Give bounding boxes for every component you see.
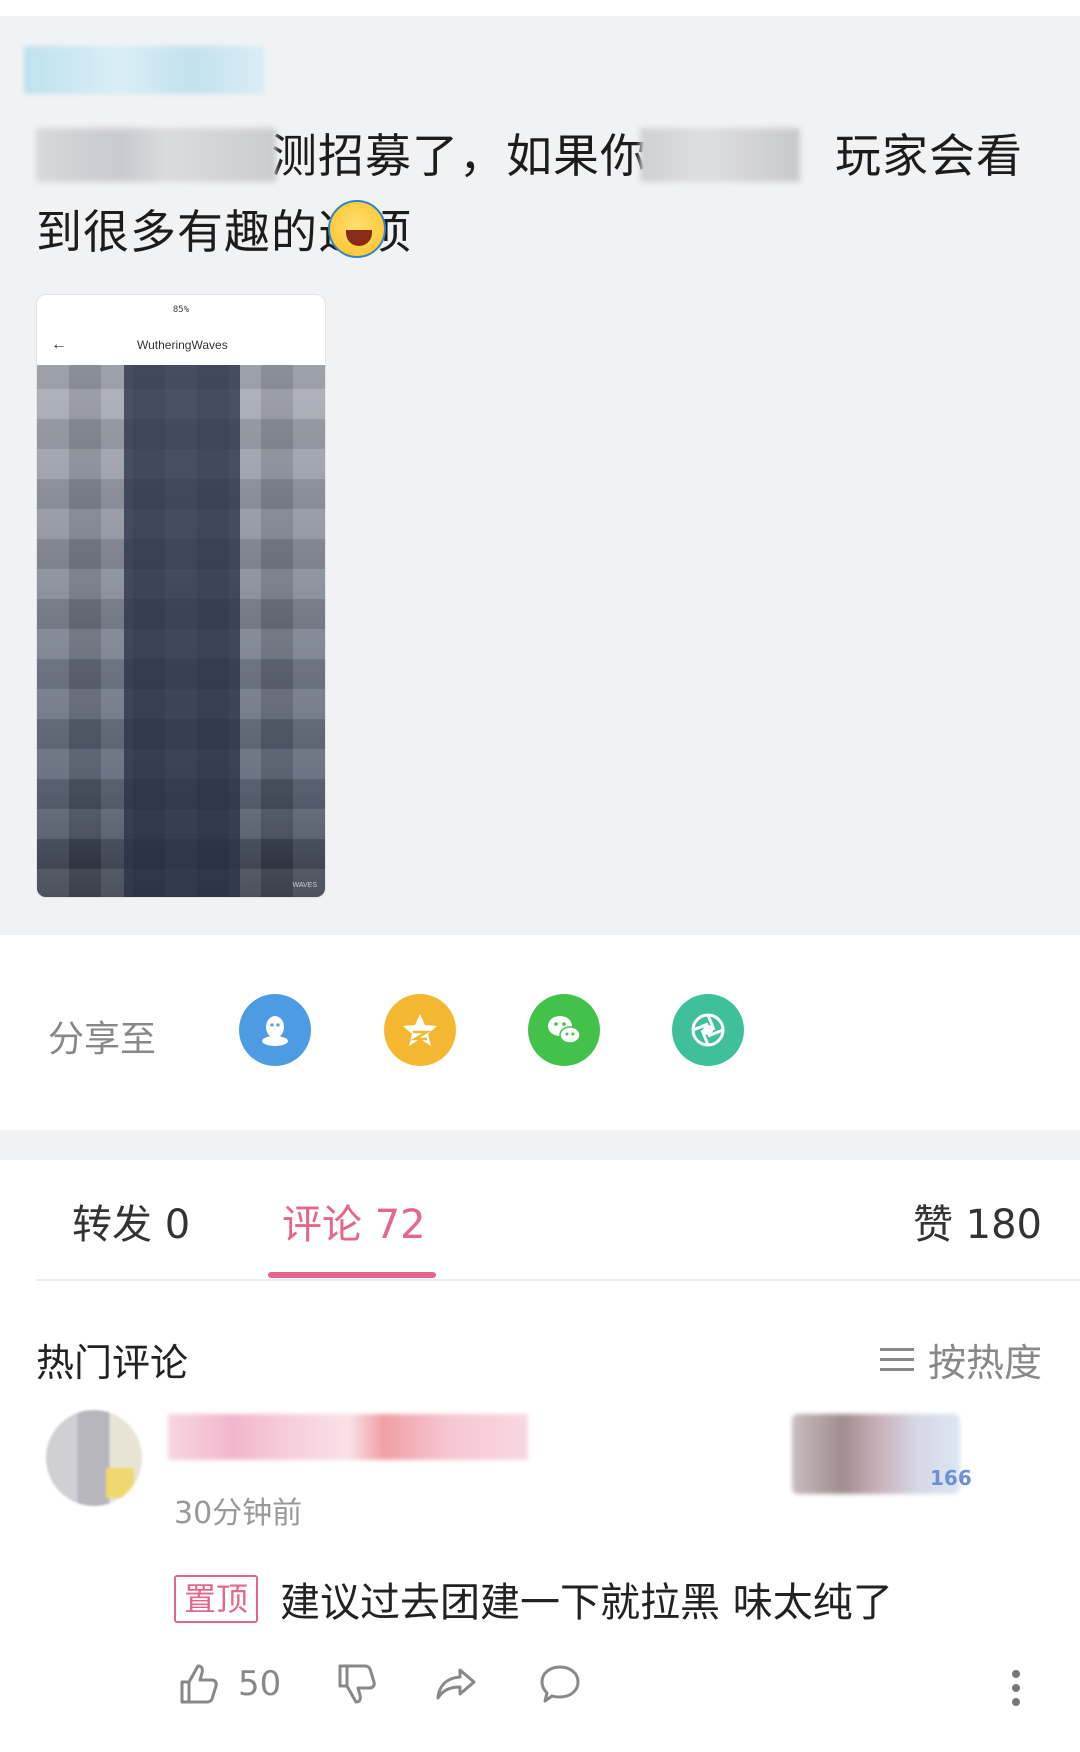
quoted-post-card[interactable]: 测招募了，如果你是 玩家会看到很多有趣的选项 85% ← WutheringWa…: [0, 0, 1080, 935]
share-qzone-button[interactable]: [384, 994, 456, 1066]
moments-aperture-icon: [691, 1013, 725, 1047]
image-content-pixelated: [37, 365, 325, 897]
avatar[interactable]: [46, 1410, 142, 1506]
tab-likes[interactable]: 赞 180: [913, 1192, 1042, 1250]
wechat-icon: [548, 1016, 581, 1044]
share-label: 分享至: [48, 1019, 157, 1060]
like-count: 50: [238, 1664, 282, 1704]
thumbs-down-icon: [338, 1664, 376, 1704]
redacted-text-a: [36, 128, 276, 182]
attached-image[interactable]: 85% ← WutheringWaves WAVES: [36, 294, 326, 898]
comment-timestamp: 30分钟前: [174, 1496, 303, 1531]
image-footer-text: WAVES: [292, 882, 317, 889]
laughing-emoji-icon: [328, 200, 386, 258]
reply-button[interactable]: [536, 1660, 584, 1708]
redacted-commenter-name[interactable]: [168, 1414, 528, 1460]
top-strip: [0, 0, 1080, 16]
back-arrow-icon: ←: [51, 336, 67, 353]
tab-comments[interactable]: 评论 72: [282, 1192, 426, 1250]
image-header: ← WutheringWaves: [37, 325, 325, 365]
redacted-text-b: [640, 128, 800, 182]
comment-body[interactable]: 置顶 建议过去团建一下就拉黑 味太纯了: [174, 1570, 893, 1628]
active-tab-indicator: [268, 1272, 436, 1278]
qq-icon: [262, 1016, 288, 1046]
pinned-badge: 置顶: [174, 1575, 259, 1623]
thumbs-up-icon: [180, 1664, 218, 1704]
battery-text: 85%: [172, 305, 190, 315]
share-wechat-button[interactable]: [528, 994, 600, 1066]
share-arrow-icon: [436, 1668, 476, 1700]
speech-bubble-icon: [540, 1665, 580, 1703]
comment-text: 建议过去团建一下就拉黑 味太纯了: [280, 1580, 893, 1626]
menu-lines-icon: [879, 1341, 914, 1378]
dislike-button[interactable]: [332, 1660, 380, 1708]
sort-button[interactable]: 按热度: [879, 1332, 1042, 1387]
forward-comment-button[interactable]: [432, 1660, 480, 1708]
fan-badge-number: 166: [930, 1466, 972, 1490]
sort-label: 按热度: [927, 1341, 1042, 1385]
section-separator: [0, 1130, 1080, 1160]
more-options-icon[interactable]: [1012, 1664, 1020, 1712]
redacted-username: [24, 46, 264, 94]
like-button[interactable]: 50: [174, 1660, 281, 1708]
hot-comments-title: 热门评论: [36, 1341, 189, 1385]
qzone-star-icon: [403, 1014, 437, 1046]
image-status-bar: 85%: [37, 295, 325, 325]
share-moments-button[interactable]: [672, 994, 744, 1066]
image-header-title: WutheringWaves: [137, 338, 228, 352]
tab-divider: [36, 1279, 1080, 1281]
share-qq-button[interactable]: [239, 994, 311, 1066]
tab-forward[interactable]: 转发 0: [72, 1192, 190, 1250]
